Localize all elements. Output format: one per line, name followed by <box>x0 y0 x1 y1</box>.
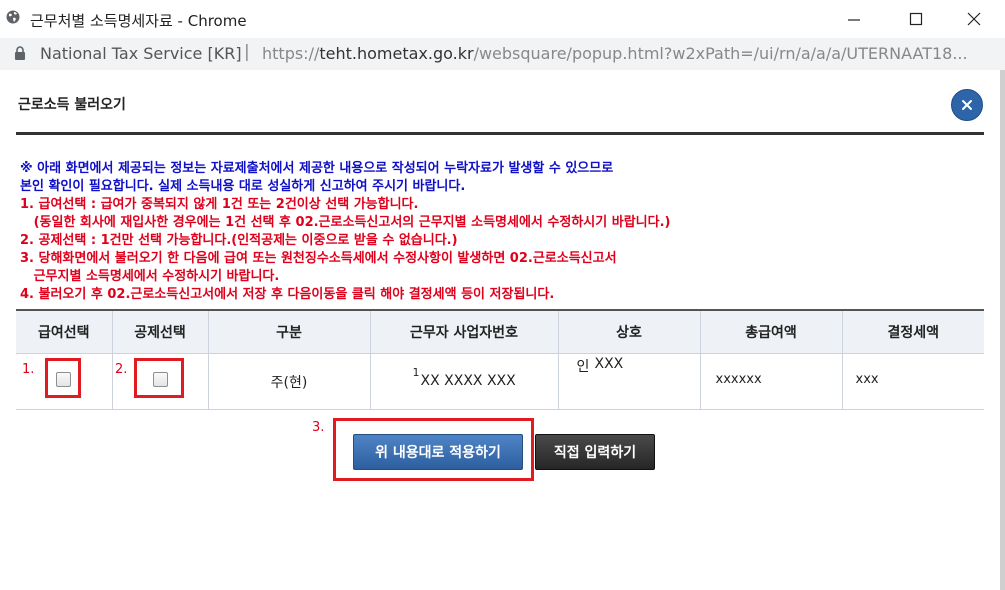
header-deduction-select: 공제선택 <box>111 309 208 354</box>
header-salary-select: 급여선택 <box>16 309 112 354</box>
popup-title: 근로소득 불러오기 <box>18 97 126 113</box>
url-scheme: https:// <box>262 44 320 63</box>
close-window-button[interactable] <box>954 6 994 32</box>
notice-line-1: 본인 확인이 필요합니다. 실제 소득내용 대로 성실하게 신고하여 주시기 바… <box>20 179 466 194</box>
notice-line-5: 3. 당해화면에서 불러오기 한 다음에 급여 또는 원천징수소득세에서 수정사… <box>20 251 617 266</box>
company-name: XXX <box>594 356 624 372</box>
notice-line-7: 4. 불러오기 후 02.근로소득신고서에서 저장 후 다음이동을 클릭 해야 … <box>20 287 555 302</box>
url-host: teht.hometax.go.kr <box>319 44 474 63</box>
cell-category: 주(현) <box>207 353 370 410</box>
direct-input-button[interactable]: 직접 입력하기 <box>535 434 655 470</box>
annotation-number-1: 1. <box>22 362 35 377</box>
header-tax: 결정세액 <box>841 309 984 354</box>
biz-number-prefix: 1 <box>412 366 420 379</box>
address-separator: | <box>244 42 250 62</box>
cell-biz-number: 1 XX XXXX XXX <box>369 353 558 410</box>
header-biz-number: 근무자 사업자번호 <box>369 309 558 354</box>
close-icon <box>962 100 972 110</box>
annotation-number-3: 3. <box>312 420 325 435</box>
popup-close-button[interactable] <box>951 89 983 121</box>
annotation-number-2: 2. <box>115 362 128 377</box>
apply-button[interactable]: 위 내용대로 적용하기 <box>353 434 523 470</box>
minimize-icon <box>848 19 860 21</box>
notice-line-3: (동일한 회사에 재입사한 경우에는 1건 선택 후 02.근로소득신고서의 근… <box>20 215 671 230</box>
notice-line-0: ※ 아래 화면에서 제공되는 정보는 자료제출처에서 제공한 내용으로 작성되어… <box>20 161 614 176</box>
notice-line-2: 1. 급여선택 : 급여가 중복되지 않게 1건 또는 2건이상 선택 가능합니… <box>20 197 419 212</box>
address-bar[interactable]: National Tax Service [KR] | https://teht… <box>0 38 1005 70</box>
cell-tax: xxx <box>841 353 984 410</box>
cell-total-salary: xxxxxx <box>699 353 842 410</box>
header-total-salary: 총급여액 <box>699 309 842 354</box>
site-identity: National Tax Service [KR] <box>40 44 242 63</box>
highlight-box-deduction <box>134 358 184 398</box>
tax-amount: xxx <box>855 372 879 387</box>
header-divider <box>16 132 984 135</box>
cell-company: 인 XXX <box>557 353 700 410</box>
maximize-button[interactable] <box>896 6 936 32</box>
minimize-button[interactable] <box>834 6 874 32</box>
scrollbar[interactable] <box>1000 70 1005 590</box>
close-window-icon <box>967 12 981 26</box>
table-header-row: 급여선택 공제선택 구분 근무자 사업자번호 상호 총급여액 결정세액 <box>16 309 984 354</box>
lock-icon <box>15 46 25 60</box>
scrollbar-thumb[interactable] <box>1000 70 1005 590</box>
maximize-icon <box>909 12 923 26</box>
header-company: 상호 <box>557 309 700 354</box>
globe-icon <box>6 10 20 24</box>
header-category: 구분 <box>207 309 370 354</box>
notice-text: ※ 아래 화면에서 제공되는 정보는 자료제출처에서 제공한 내용으로 작성되어… <box>20 160 670 304</box>
biz-number: XX XXXX XXX <box>420 373 516 389</box>
highlight-box-salary <box>45 358 81 398</box>
window-title: 근무처별 소득명세자료 - Chrome <box>30 12 247 30</box>
company-prefix: 인 <box>576 359 590 375</box>
url-path: /websquare/popup.html?w2xPath=/ui/rn/a/a… <box>473 44 968 63</box>
window-titlebar: 근무처별 소득명세자료 - Chrome <box>0 0 1005 38</box>
total-salary: xxxxxx <box>715 372 762 387</box>
notice-line-4: 2. 공제선택 : 1건만 선택 가능합니다.(인적공제는 이중으로 받을 수 … <box>20 233 458 248</box>
url-text[interactable]: https://teht.hometax.go.kr/websquare/pop… <box>262 44 968 63</box>
notice-line-6: 근무지별 소득명세에서 수정하시기 바랍니다. <box>20 269 280 284</box>
